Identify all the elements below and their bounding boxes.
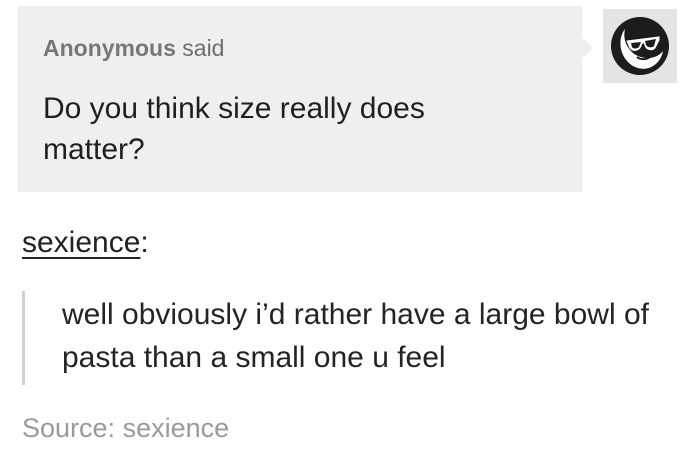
question-text: Do you think size really does matter?	[43, 92, 425, 166]
answer-author-name[interactable]: sexience	[22, 226, 140, 259]
said-label: said	[182, 35, 225, 61]
asker-line: Anonymous said	[43, 32, 558, 64]
blockquote-bar	[22, 291, 25, 385]
answer-author-colon: :	[140, 226, 149, 259]
source-link[interactable]: sexience	[123, 413, 230, 443]
sunglasses-face-icon	[611, 17, 669, 75]
answer-author-link[interactable]: sexience:	[22, 223, 149, 263]
source-attribution: Source: sexience	[22, 410, 229, 446]
avatar[interactable]	[603, 9, 677, 83]
ask-bubble: Anonymous said Do you think size really …	[18, 6, 594, 192]
asker-name[interactable]: Anonymous	[43, 35, 176, 61]
source-label: Source:	[22, 413, 116, 443]
answer-text: well obviously i’d rather have a large b…	[62, 298, 649, 374]
